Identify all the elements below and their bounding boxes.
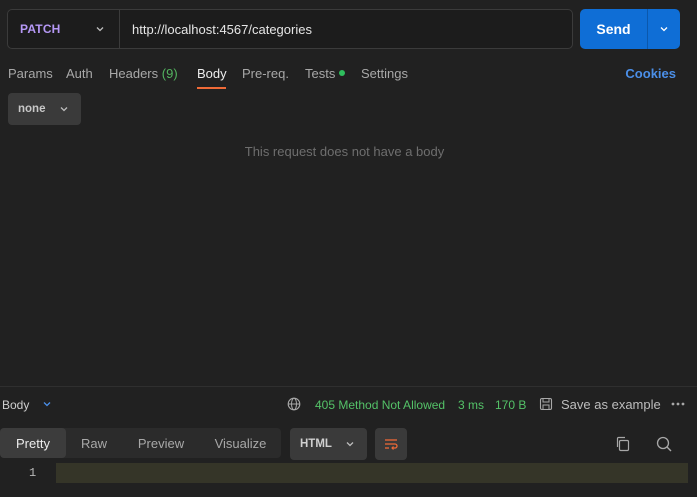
- tab-params[interactable]: Params: [8, 66, 53, 81]
- active-tab-underline: [197, 87, 226, 89]
- save-as-example-button[interactable]: Save as example: [561, 397, 661, 412]
- tab-tests[interactable]: Tests: [305, 66, 346, 81]
- method-dropdown[interactable]: PATCH: [8, 10, 120, 48]
- tab-body[interactable]: Body: [197, 66, 227, 81]
- view-tab-raw[interactable]: Raw: [66, 428, 122, 458]
- response-view-tabs: Pretty Raw Preview Visualize: [0, 428, 281, 458]
- empty-body-message: This request does not have a body: [244, 144, 445, 159]
- more-options-icon[interactable]: [671, 402, 685, 406]
- save-icon: [539, 397, 553, 411]
- globe-icon[interactable]: [287, 397, 301, 411]
- send-button-group: Send: [580, 9, 680, 49]
- copy-icon[interactable]: [614, 435, 632, 453]
- word-wrap-button[interactable]: [375, 428, 407, 460]
- tab-tests-label: Tests: [305, 66, 336, 81]
- line-number: 1: [29, 466, 37, 480]
- format-label: HTML: [300, 438, 332, 450]
- tab-pre-request[interactable]: Pre-req.: [242, 66, 289, 81]
- url-bar: PATCH: [7, 9, 573, 49]
- tab-auth[interactable]: Auth: [66, 66, 93, 81]
- format-dropdown[interactable]: HTML: [290, 428, 367, 460]
- response-time[interactable]: 3 ms: [458, 398, 484, 412]
- view-tab-visualize[interactable]: Visualize: [200, 428, 281, 458]
- tab-headers[interactable]: Headers (9): [109, 66, 178, 81]
- send-button[interactable]: Send: [580, 9, 647, 49]
- chevron-down-icon: [96, 27, 104, 32]
- response-section-label[interactable]: Body: [2, 398, 29, 412]
- send-options-button[interactable]: [648, 9, 680, 49]
- body-type-label: none: [18, 103, 46, 115]
- tab-headers-label: Headers: [109, 66, 159, 81]
- search-icon[interactable]: [655, 435, 673, 453]
- tab-settings[interactable]: Settings: [361, 66, 408, 81]
- wrap-lines-icon: [385, 439, 398, 450]
- view-tab-preview[interactable]: Preview: [122, 428, 200, 458]
- url-input[interactable]: [120, 10, 572, 48]
- headers-count-badge: (9): [161, 66, 178, 81]
- response-status-bar: Body 405 Method Not Allowed 3 ms 170 B S…: [0, 392, 697, 416]
- response-size[interactable]: 170 B: [495, 398, 526, 412]
- request-tabs: Params Auth Headers (9) Body Pre-req. Te…: [0, 62, 697, 89]
- chevron-down-icon: [660, 27, 668, 32]
- chevron-down-icon: [60, 107, 68, 112]
- chevron-down-icon[interactable]: [42, 399, 52, 409]
- body-type-dropdown[interactable]: none: [8, 93, 81, 125]
- pane-divider[interactable]: [0, 386, 697, 387]
- chevron-down-icon: [346, 442, 354, 447]
- view-tab-pretty[interactable]: Pretty: [0, 428, 66, 458]
- active-line-highlight[interactable]: [56, 463, 688, 483]
- status-code[interactable]: 405 Method Not Allowed: [315, 398, 445, 412]
- tests-status-dot: [339, 70, 346, 76]
- cookies-link[interactable]: Cookies: [625, 66, 676, 81]
- response-editor[interactable]: 1: [0, 463, 697, 483]
- method-label: PATCH: [20, 22, 61, 36]
